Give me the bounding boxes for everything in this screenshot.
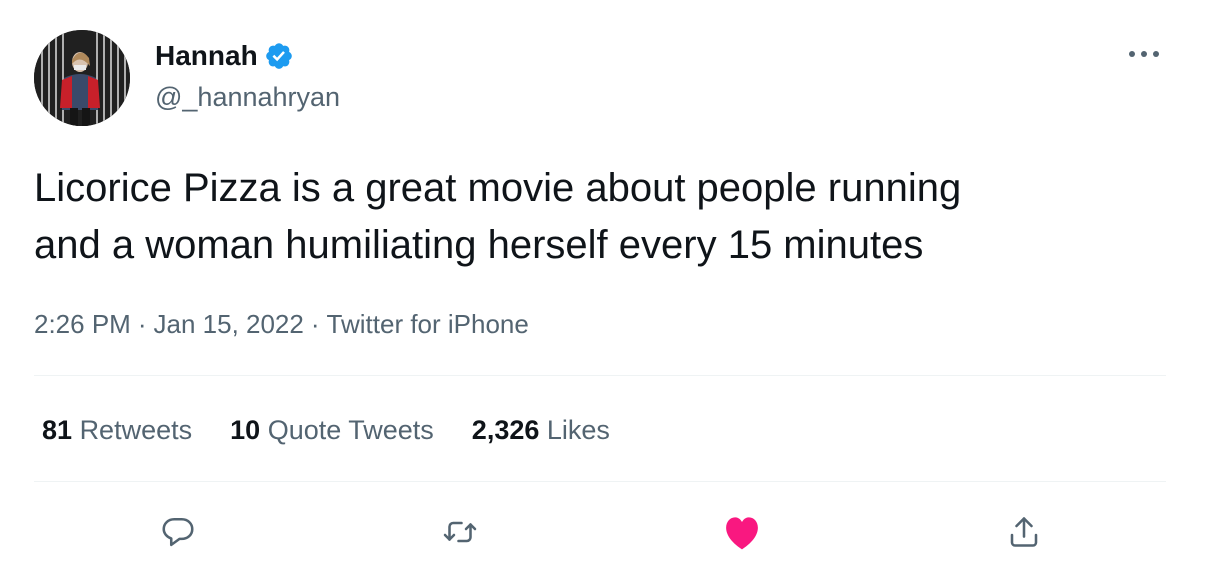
heart-icon <box>726 517 758 550</box>
tweet-date[interactable]: Jan 15, 2022 <box>154 309 304 339</box>
tweet-stats: 81 Retweets 10 Quote Tweets 2,326 Likes <box>42 412 610 448</box>
more-options-icon[interactable] <box>1126 40 1162 68</box>
tweet-meta: 2:26 PM · Jan 15, 2022 · Twitter for iPhone <box>34 307 529 341</box>
tweet-text: Licorice Pizza is a great movie about pe… <box>34 166 962 267</box>
author-name-row[interactable]: Hannah <box>155 38 294 74</box>
retweet-icon <box>443 521 477 543</box>
divider <box>34 481 1166 482</box>
retweets-count: 81 <box>42 415 73 445</box>
meta-separator: · <box>310 309 320 339</box>
tweet-source[interactable]: Twitter for iPhone <box>327 309 529 339</box>
likes-label: Likes <box>546 415 610 445</box>
share-icon <box>1010 517 1038 547</box>
divider <box>34 375 1166 376</box>
likes-stat[interactable]: 2,326 Likes <box>472 412 610 448</box>
share-button[interactable] <box>1002 510 1046 554</box>
tweet-time[interactable]: 2:26 PM <box>34 309 131 339</box>
author-handle[interactable]: @_hannahryan <box>155 80 340 114</box>
verified-badge-icon <box>264 41 294 71</box>
likes-count: 2,326 <box>471 415 540 445</box>
quote-tweets-label: Quote Tweets <box>267 415 434 445</box>
display-name[interactable]: Hannah <box>155 38 258 74</box>
retweets-stat[interactable]: 81 Retweets <box>42 412 192 448</box>
quote-tweets-stat[interactable]: 10 Quote Tweets <box>230 412 434 448</box>
quote-tweets-count: 10 <box>230 415 261 445</box>
tweet-card: Hannah @_hannahryan Licorice Pizza is a … <box>0 0 1208 568</box>
retweets-label: Retweets <box>79 415 193 445</box>
avatar[interactable] <box>34 30 130 126</box>
like-button[interactable] <box>720 510 764 554</box>
retweet-button[interactable] <box>438 510 482 554</box>
reply-button[interactable] <box>156 510 200 554</box>
reply-icon <box>162 517 194 547</box>
meta-separator: · <box>137 309 147 339</box>
